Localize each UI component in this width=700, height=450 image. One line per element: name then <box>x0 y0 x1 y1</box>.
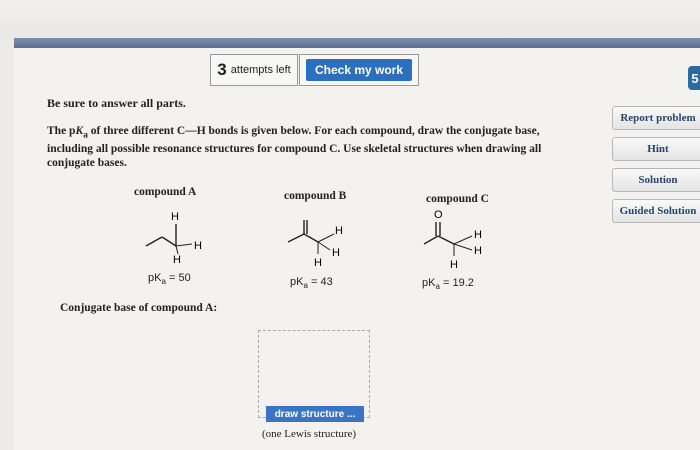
compound-c-pka-value: = 19.2 <box>439 277 474 289</box>
header-bar <box>14 38 700 48</box>
attempts-counter: 3 attempts left <box>210 54 298 86</box>
question-text: The pKa of three different C—H bonds is … <box>47 124 587 170</box>
compound-a-structure: H H H <box>145 211 202 264</box>
compound-b-atom-h2: H <box>332 247 340 259</box>
guided-solution-button[interactable]: Guided Solution <box>612 199 700 223</box>
compound-b-atom-h1: H <box>335 225 343 237</box>
compound-c-structure: O H H H <box>423 209 482 271</box>
compound-b-structure: H H H <box>287 220 343 269</box>
compound-b-label: compound B <box>284 190 347 202</box>
question-rest: of three different C—H bonds is given be… <box>47 125 542 170</box>
compound-c-pk: pK <box>422 277 436 289</box>
compound-c-atom-h2: H <box>474 245 482 257</box>
check-my-work-button[interactable]: Check my work <box>299 54 419 86</box>
compound-b-atom-h3: H <box>314 257 322 269</box>
compound-b-pka-value: = 43 <box>307 276 333 288</box>
check-my-work-label: Check my work <box>305 59 413 81</box>
compound-c-atom-h3: H <box>450 259 458 271</box>
compound-a-label: compound A <box>134 186 197 198</box>
compound-b-pk: pK <box>290 276 304 288</box>
solution-button[interactable]: Solution <box>612 168 700 192</box>
compound-a-atom-h1: H <box>171 211 179 223</box>
compound-a-pka: pKa = 50 <box>148 272 191 286</box>
drawing-area[interactable] <box>258 330 370 418</box>
compound-a-pka-value: = 50 <box>165 272 191 284</box>
compound-a-atom-h2: H <box>194 240 202 252</box>
compound-c-atom-h1: H <box>474 229 482 241</box>
compound-a-atom-h3: H <box>173 254 181 264</box>
instruction-text: Be sure to answer all parts. <box>47 96 186 110</box>
question-k: K <box>75 125 84 137</box>
compound-a-pk: pK <box>148 272 162 284</box>
question-intro: The p <box>47 125 76 137</box>
top-band <box>0 0 700 38</box>
compound-b-pka: pKa = 43 <box>290 276 333 290</box>
lewis-structure-note: (one Lewis structure) <box>262 428 357 440</box>
compound-c-pka: pKa = 19.2 <box>422 277 474 291</box>
side-tab-number[interactable]: 5 <box>688 66 700 90</box>
hint-button[interactable]: Hint <box>612 137 700 161</box>
conjugate-base-label: Conjugate base of compound A: <box>60 302 218 314</box>
attempts-text: attempts left <box>230 64 291 76</box>
compound-c-atom-o: O <box>434 209 443 221</box>
draw-structure-button[interactable]: draw structure ... <box>266 406 364 422</box>
report-problem-button[interactable]: Report problem <box>612 106 700 130</box>
attempts-count: 3 <box>217 60 227 79</box>
